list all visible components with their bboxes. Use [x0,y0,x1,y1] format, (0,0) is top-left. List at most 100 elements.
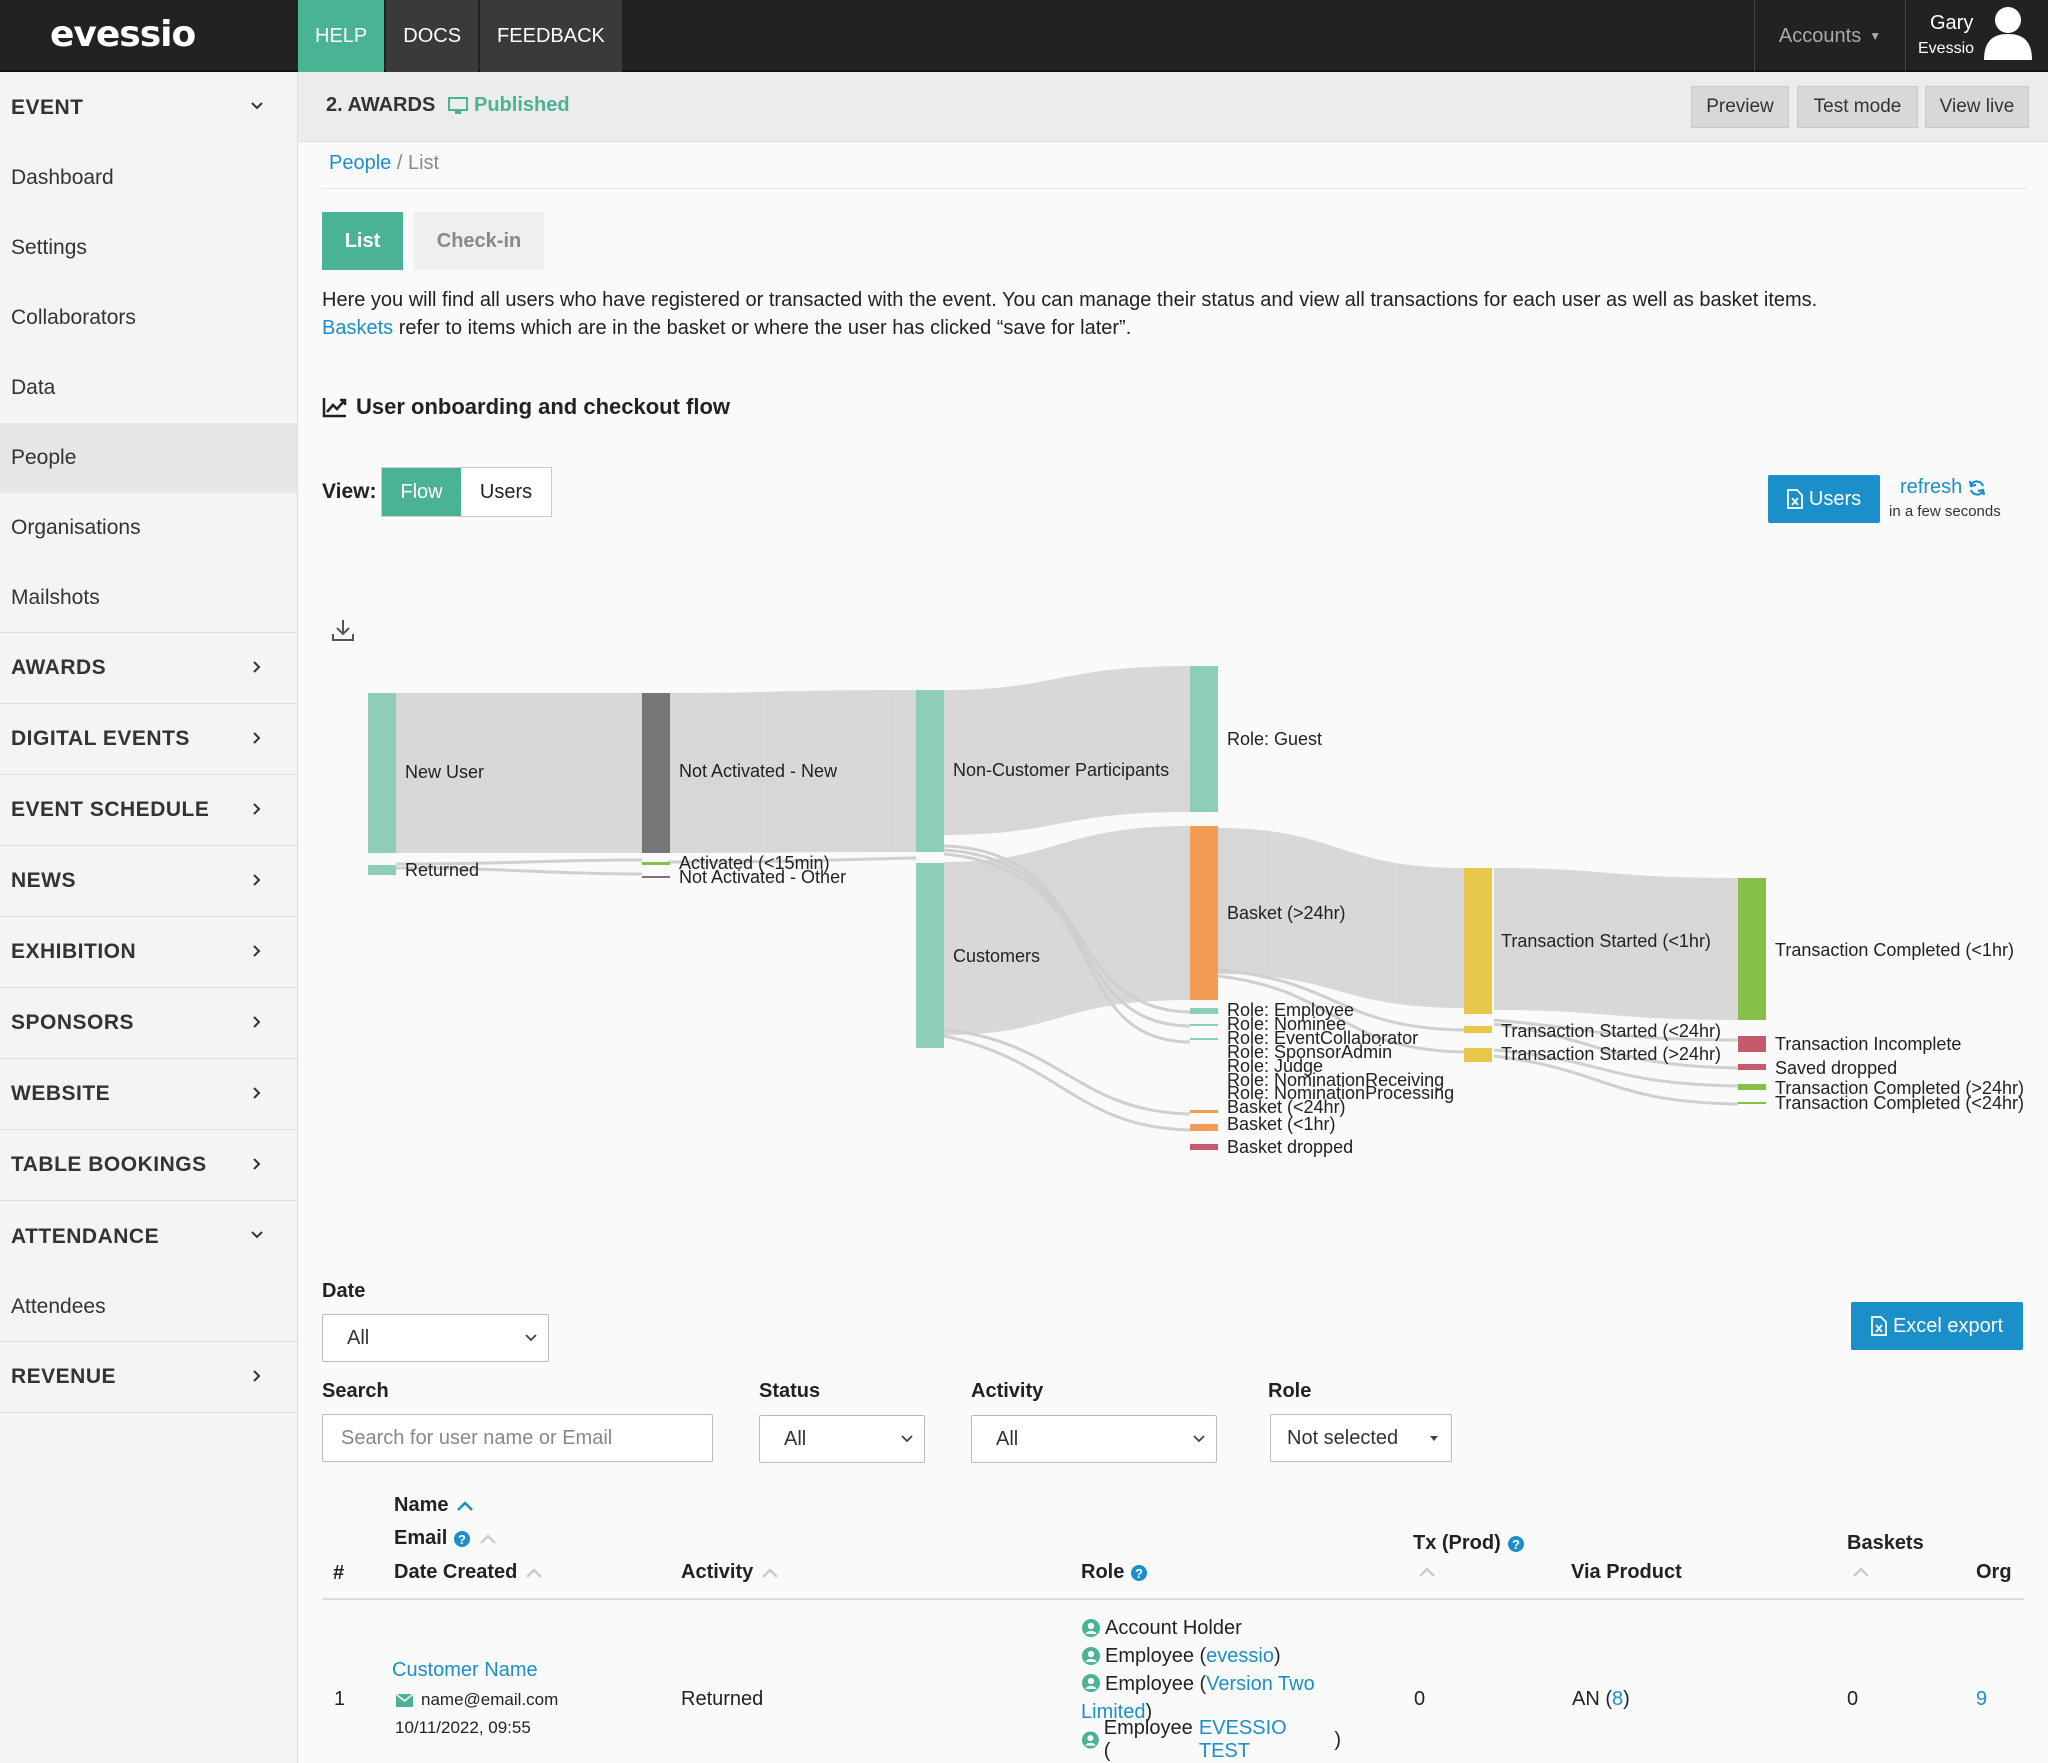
col-name[interactable]: Name [394,1494,474,1517]
sort-up-icon[interactable] [1418,1566,1436,1578]
node-non-customer [916,690,944,852]
col-activity[interactable]: Activity [681,1561,779,1584]
chevron-down-icon [251,1231,263,1239]
via-product-link[interactable]: 8 [1612,1688,1623,1710]
row-email: name@email.com [396,1690,558,1710]
col-tx-label: Tx (Prod) [1413,1532,1501,1554]
node-customers [916,863,944,1048]
role-filter-label: Role [1268,1380,1312,1402]
sidebar-item-organisations[interactable]: Organisations [0,493,297,563]
sidebar-item-attendees[interactable]: Attendees [0,1272,297,1342]
sidebar-item-people[interactable]: People [0,423,297,493]
baskets-link[interactable]: Baskets [322,317,393,339]
role-select[interactable]: Not selected [1270,1414,1452,1462]
table-header-divider [322,1598,2024,1600]
user-circle-icon [1082,1647,1100,1665]
tab-list[interactable]: List [322,212,403,270]
chevron-right-icon [253,1158,261,1170]
sidebar-section-attendance[interactable]: ATTENDANCE [0,1201,297,1272]
breadcrumb-current: List [407,152,440,174]
breadcrumb-separator: / [391,152,408,174]
sankey-label: Not Activated - New [679,761,838,781]
row-activity: Returned [681,1688,764,1710]
row-date-created: 10/11/2022, 09:55 [395,1718,531,1737]
status-select[interactable]: All [759,1415,925,1463]
published-status: Published [448,94,570,117]
col-org: Org [1976,1561,2012,1583]
chevron-right-icon [253,945,261,957]
help-icon: ? [1131,1564,1148,1581]
sankey-label: Basket (>24hr) [1227,903,1346,923]
row-number: 1 [334,1688,346,1710]
nav-docs[interactable]: DOCS [386,0,479,72]
col-email[interactable]: Email ? [394,1527,497,1550]
sidebar-item-collaborators[interactable]: Collaborators [0,283,297,353]
refresh-icon [1969,479,1986,496]
node-not-activated-new [642,693,670,853]
users-export-button[interactable]: Users [1768,475,1880,523]
excel-export-label: Excel export [1892,1314,2004,1337]
sidebar-section-table-bookings[interactable]: TABLE BOOKINGS [0,1130,297,1201]
sidebar-section-news[interactable]: NEWS [0,846,297,917]
evessio-logo[interactable]: evessio [50,14,196,55]
org-count-link[interactable]: 9 [1976,1688,1987,1710]
sidebar-item-mailshots[interactable]: Mailshots [0,563,297,633]
description-line-2-text: refer to items which are in the basket o… [393,317,1132,339]
sidebar-item-dashboard[interactable]: Dashboard [0,143,297,213]
sidebar-section-revenue[interactable]: REVENUE [0,1342,297,1413]
sankey-label: Not Activated - Other [679,867,846,887]
view-flow-button[interactable]: Flow [382,468,461,516]
node-basket-lt24 [1190,1110,1218,1113]
user-menu[interactable]: Gary Evessio [1912,0,2048,72]
sidebar-section-sponsors[interactable]: SPONSORS [0,988,297,1059]
activity-select[interactable]: All [971,1415,1217,1463]
tab-checkin[interactable]: Check-in [414,212,544,270]
col-role-label: Role [1081,1561,1125,1583]
col-role: Role ? [1081,1561,1148,1584]
sort-up-icon [480,1533,497,1544]
sidebar-section-label: EVENT [11,95,84,119]
flow-section-title: User onboarding and checkout flow [322,394,730,420]
sidebar-section-website[interactable]: WEBSITE [0,1059,297,1130]
sidebar-section-event[interactable]: EVENT [0,72,297,143]
sidebar-section-label: REVENUE [11,1365,117,1388]
sidebar-item-data[interactable]: Data [0,353,297,423]
svg-text:?: ? [1135,1566,1143,1581]
sidebar-section-digital-events[interactable]: DIGITAL EVENTS [0,704,297,775]
col-date-created[interactable]: Date Created [394,1561,543,1584]
help-icon: ? [1507,1535,1524,1552]
excel-export-button[interactable]: Excel export [1851,1302,2023,1350]
customer-name[interactable]: Customer Name [392,1659,538,1681]
sankey-label: New User [405,762,484,782]
org-link[interactable]: EVESSIO TEST [1199,1717,1334,1763]
node-tx-completed-lt1 [1738,878,1766,1020]
date-select[interactable]: All [322,1314,549,1362]
accounts-dropdown[interactable]: Accounts ▼ [1754,0,1906,72]
user-circle-icon [1082,1674,1100,1692]
customer-name-link[interactable]: Customer Name [392,1659,538,1682]
node-tx-completed-gt24 [1738,1084,1766,1090]
row-tx: 0 [1414,1688,1426,1710]
user-org: Evessio [1918,40,1975,57]
node-tx-completed-lt24 [1738,1102,1766,1104]
accounts-label: Accounts [1778,24,1862,47]
sort-up-icon[interactable] [1852,1566,1870,1578]
col-date-created-label: Date Created [394,1561,518,1583]
nav-help[interactable]: HELP [298,0,385,72]
preview-button[interactable]: Preview [1691,86,1789,128]
org-link[interactable]: evessio [1206,1645,1274,1668]
sidebar-section-exhibition[interactable]: EXHIBITION [0,917,297,988]
refresh-link[interactable]: refresh [1900,476,1986,499]
test-mode-button[interactable]: Test mode [1797,86,1918,128]
view-users-button[interactable]: Users [461,468,551,516]
sidebar-section-event-schedule[interactable]: EVENT SCHEDULE [0,775,297,846]
role-select-value: Not selected [1287,1426,1399,1449]
sankey-links [396,666,1738,1035]
view-live-button[interactable]: View live [1925,86,2029,128]
nav-feedback[interactable]: FEEDBACK [480,0,622,72]
search-input[interactable] [322,1414,713,1462]
sidebar-section-awards[interactable]: AWARDS [0,633,297,704]
sidebar-item-settings[interactable]: Settings [0,213,297,283]
breadcrumb-people-link[interactable]: People [329,152,391,174]
role-label: Employee ( [1103,1717,1193,1762]
